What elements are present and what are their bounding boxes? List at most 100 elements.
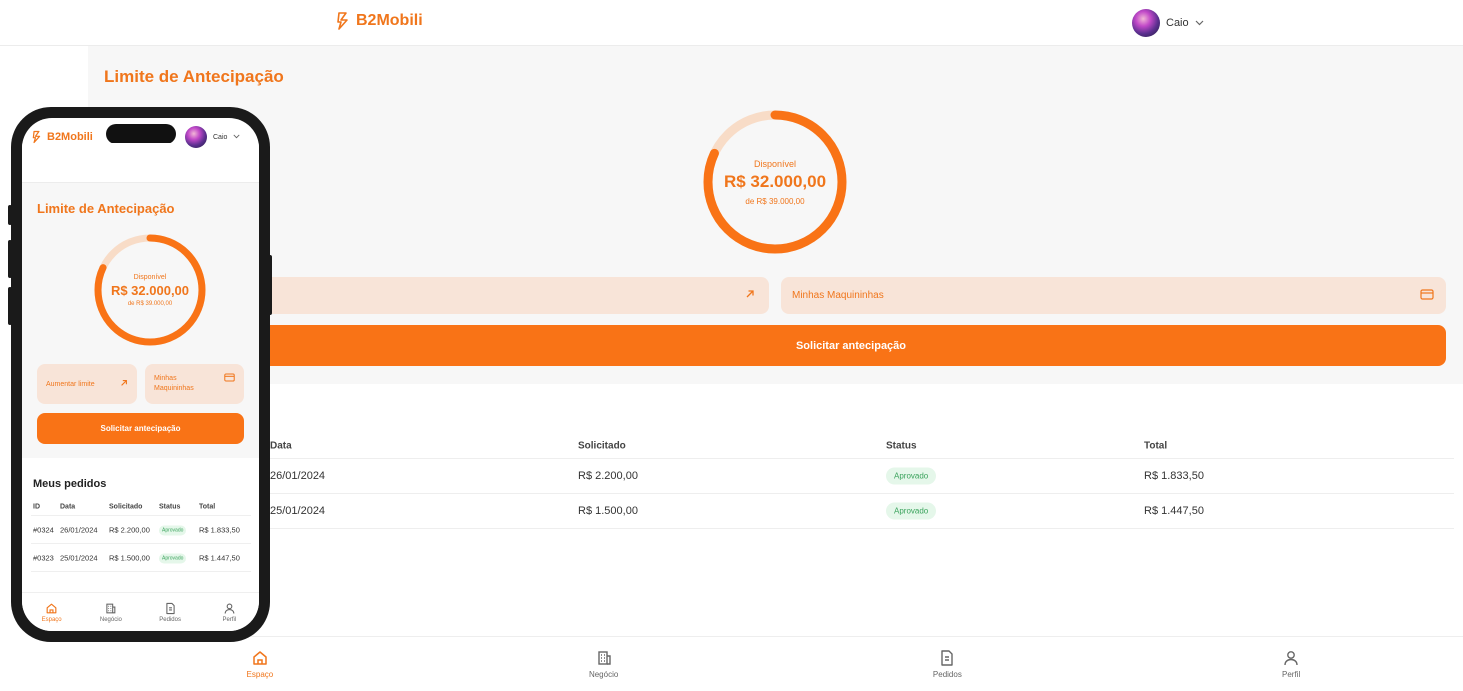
mobile-header [22, 143, 259, 183]
brand-logo[interactable]: B2Mobili [32, 130, 93, 144]
nav-item-perfil[interactable]: Perfil [200, 593, 259, 631]
order-total: R$ 1.447,50 [1144, 505, 1204, 517]
brand-logo-icon [336, 11, 352, 31]
limit-label: Disponível [133, 273, 167, 281]
nav-item-pedidos[interactable]: Pedidos [141, 593, 200, 631]
status-badge: Aprovado [159, 553, 187, 563]
nav-label: Perfil [222, 616, 237, 623]
machines-label: Minhas Maquininhas [792, 290, 884, 301]
nav-item-pedidos[interactable]: Pedidos [776, 637, 1120, 691]
user-menu[interactable]: Caio [1132, 9, 1204, 37]
page-title: Limite de Antecipação [37, 201, 175, 216]
column-header: Solicitado [578, 440, 626, 452]
order-date: 25/01/2024 [270, 505, 326, 517]
orders-table: Data Solicitado Status Total 26/01/2024 … [262, 434, 1454, 529]
column-header: Solicitado [109, 503, 143, 510]
arrow-up-right-icon [120, 379, 128, 389]
bottom-nav: Espaço Negócio Pedidos Perfil [88, 636, 1463, 691]
limit-ring: Disponível R$ 32.000,00 de R$ 39.000,00 [701, 108, 849, 256]
nav-item-negocio[interactable]: Negócio [432, 637, 776, 691]
order-requested: R$ 2.200,00 [578, 470, 638, 482]
nav-label: Espaço [41, 616, 62, 623]
user-icon [1282, 649, 1300, 667]
order-requested: R$ 2.200,00 [109, 525, 150, 534]
column-header: Total [199, 503, 216, 510]
orders-table: ID Data Solicitado Status Total #0324 26… [31, 498, 251, 572]
machines-button[interactable]: Minhas Maquininhas [145, 364, 244, 404]
credit-card-icon [1420, 288, 1434, 303]
column-header: Data [60, 503, 76, 510]
brand-logo-icon [32, 130, 43, 144]
table-row[interactable]: #0324 26/01/2024 R$ 2.200,00 Aprovado R$… [31, 516, 251, 544]
bottom-nav: Espaço Negócio Pedidos Perfil [22, 592, 259, 631]
nav-item-espaco[interactable]: Espaço [22, 593, 81, 631]
desktop-header [0, 0, 1463, 46]
status-badge: Aprovado [159, 525, 187, 535]
brand-name: B2Mobili [356, 12, 423, 29]
brand-logo[interactable]: B2Mobili [336, 11, 423, 31]
avatar [185, 126, 207, 148]
credit-card-icon [224, 373, 235, 386]
column-header: Status [886, 440, 917, 452]
order-total: R$ 1.833,50 [1144, 470, 1204, 482]
nav-label: Pedidos [932, 670, 962, 679]
order-requested: R$ 1.500,00 [578, 505, 638, 517]
order-id: #0324 [33, 525, 54, 534]
nav-item-negocio[interactable]: Negócio [81, 593, 140, 631]
user-menu[interactable]: Caio [185, 126, 240, 148]
limit-total: de R$ 39.000,00 [127, 300, 173, 307]
increase-limit-label: Aumentar limite [46, 380, 95, 388]
building-icon [595, 649, 613, 667]
order-total: R$ 1.833,50 [199, 525, 240, 534]
nav-item-espaco[interactable]: Espaço [88, 637, 432, 691]
building-icon [104, 602, 117, 615]
increase-limit-button[interactable]: Aumentar limite [37, 364, 137, 404]
document-icon [938, 649, 956, 667]
chevron-down-icon [1195, 17, 1204, 29]
order-date: 26/01/2024 [270, 470, 326, 482]
column-header: Status [159, 503, 181, 510]
limit-ring: Disponível R$ 32.000,00 de R$ 39.000,00 [92, 232, 208, 348]
brand-name: B2Mobili [47, 131, 93, 143]
machines-label: Minhas Maquininhas [154, 375, 194, 392]
home-icon [251, 649, 269, 667]
request-advance-button[interactable]: Solicitar antecipação [37, 413, 244, 444]
table-header: Data Solicitado Status Total [262, 434, 1454, 459]
dynamic-island [106, 124, 176, 144]
avatar [1132, 9, 1160, 37]
increase-limit-button[interactable] [262, 277, 769, 314]
nav-label: Pedidos [159, 616, 181, 623]
phone-mockup: B2Mobili Caio Limite de Antecipação Disp… [11, 107, 270, 642]
arrow-up-right-icon [745, 289, 755, 302]
status-badge: Aprovado [886, 502, 937, 520]
chevron-down-icon [233, 134, 240, 141]
order-date: 26/01/2024 [60, 525, 98, 534]
nav-label: Negócio [588, 670, 619, 679]
user-icon [223, 602, 236, 615]
nav-label: Negócio [99, 616, 122, 623]
home-icon [45, 602, 58, 615]
nav-item-perfil[interactable]: Perfil [1119, 637, 1463, 691]
limit-available: R$ 32.000,00 [110, 282, 190, 298]
limit-available: R$ 32.000,00 [723, 171, 827, 191]
user-name: Caio [213, 133, 228, 141]
machines-button[interactable]: Minhas Maquininhas [781, 277, 1446, 314]
order-date: 25/01/2024 [60, 553, 98, 562]
order-total: R$ 1.447,50 [199, 553, 240, 562]
column-header: Total [1144, 440, 1168, 452]
order-requested: R$ 1.500,00 [109, 553, 150, 562]
phone-screen: B2Mobili Caio Limite de Antecipação Disp… [22, 118, 259, 631]
user-name: Caio [1166, 17, 1189, 29]
orders-title: Meus pedidos [33, 478, 107, 490]
limit-total: de R$ 39.000,00 [745, 196, 805, 206]
request-advance-button[interactable]: Solicitar antecipação [256, 325, 1446, 366]
nav-label: Perfil [1282, 670, 1301, 679]
column-header: ID [33, 503, 40, 510]
page-title: Limite de Antecipação [104, 67, 284, 86]
table-row[interactable]: 26/01/2024 R$ 2.200,00 Aprovado R$ 1.833… [262, 459, 1454, 494]
column-header: Data [270, 440, 292, 452]
nav-label: Espaço [246, 670, 274, 679]
table-row[interactable]: #0323 25/01/2024 R$ 1.500,00 Aprovado R$… [31, 544, 251, 572]
table-row[interactable]: 25/01/2024 R$ 1.500,00 Aprovado R$ 1.447… [262, 494, 1454, 529]
table-header: ID Data Solicitado Status Total [31, 498, 251, 516]
